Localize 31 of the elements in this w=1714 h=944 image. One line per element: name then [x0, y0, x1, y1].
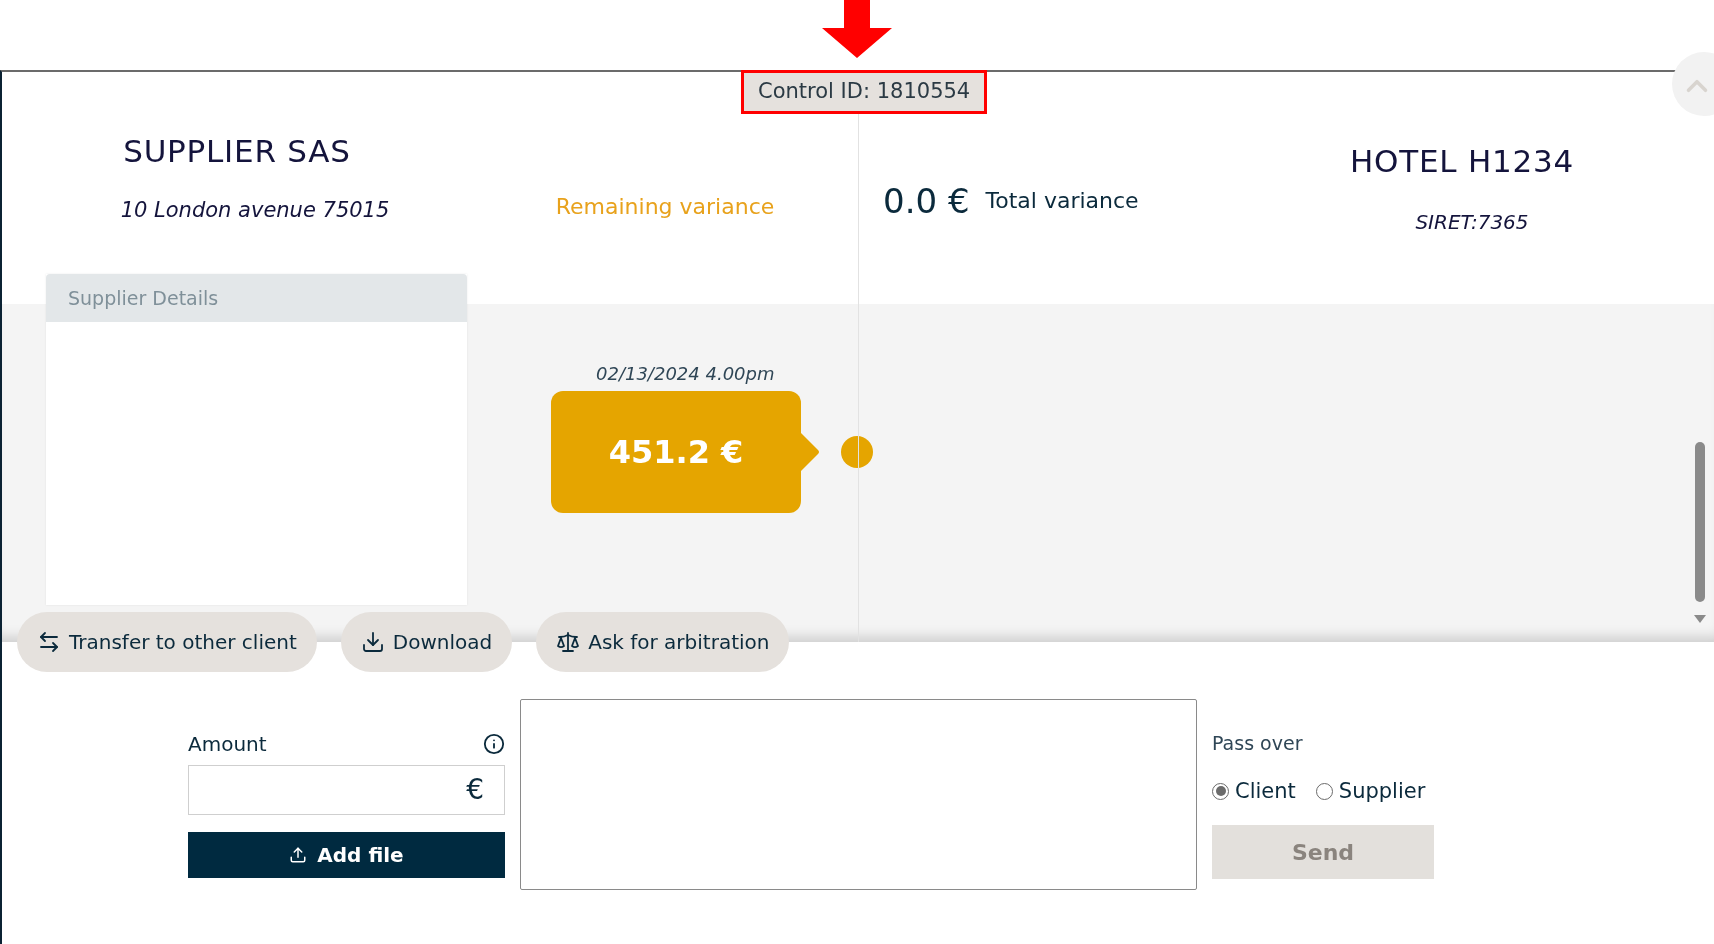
control-id-label: Control ID: 1810554	[758, 78, 971, 106]
download-icon	[360, 630, 385, 654]
total-variance-amount: 0.0 €	[883, 180, 970, 223]
supplier-details-title: Supplier Details	[68, 285, 219, 311]
scroll-down-icon[interactable]	[1694, 615, 1706, 623]
supplier-address: 10 London avenue 75015	[120, 196, 390, 224]
radio-label: Supplier	[1338, 777, 1426, 805]
total-variance-label: Total variance	[985, 187, 1139, 215]
tag-pointer	[800, 432, 820, 472]
siret-number: SIRET:7365	[1415, 208, 1529, 236]
scale-icon	[556, 630, 581, 654]
remaining-variance-label: Remaining variance	[555, 193, 775, 221]
arrows-icon	[37, 630, 61, 654]
action-button[interactable]: Download	[340, 612, 513, 672]
amount-label: Amount	[188, 731, 267, 758]
client-name: HOTEL H1234	[1349, 142, 1575, 181]
scrollbar-thumb[interactable]	[1695, 442, 1705, 602]
down-arrow-icon	[822, 0, 892, 58]
comment-field[interactable]	[520, 699, 1197, 890]
timeline-date: 02/13/2024 4.00pm	[596, 362, 776, 386]
radio-label: Client	[1235, 777, 1296, 805]
info-icon[interactable]	[483, 733, 505, 755]
supplier-name: SUPPLIER SAS	[123, 132, 351, 171]
radio-button[interactable]	[1212, 782, 1229, 800]
upload-icon	[289, 846, 308, 864]
action-button[interactable]: Ask for arbitration	[536, 612, 790, 672]
add-file-button[interactable]: Add file	[188, 832, 505, 878]
amount-field[interactable]: €	[188, 765, 505, 815]
radio-button[interactable]	[1315, 782, 1333, 800]
pass-over-label: Pass over	[1212, 731, 1304, 756]
action-button[interactable]: Transfer to other client	[17, 612, 317, 672]
